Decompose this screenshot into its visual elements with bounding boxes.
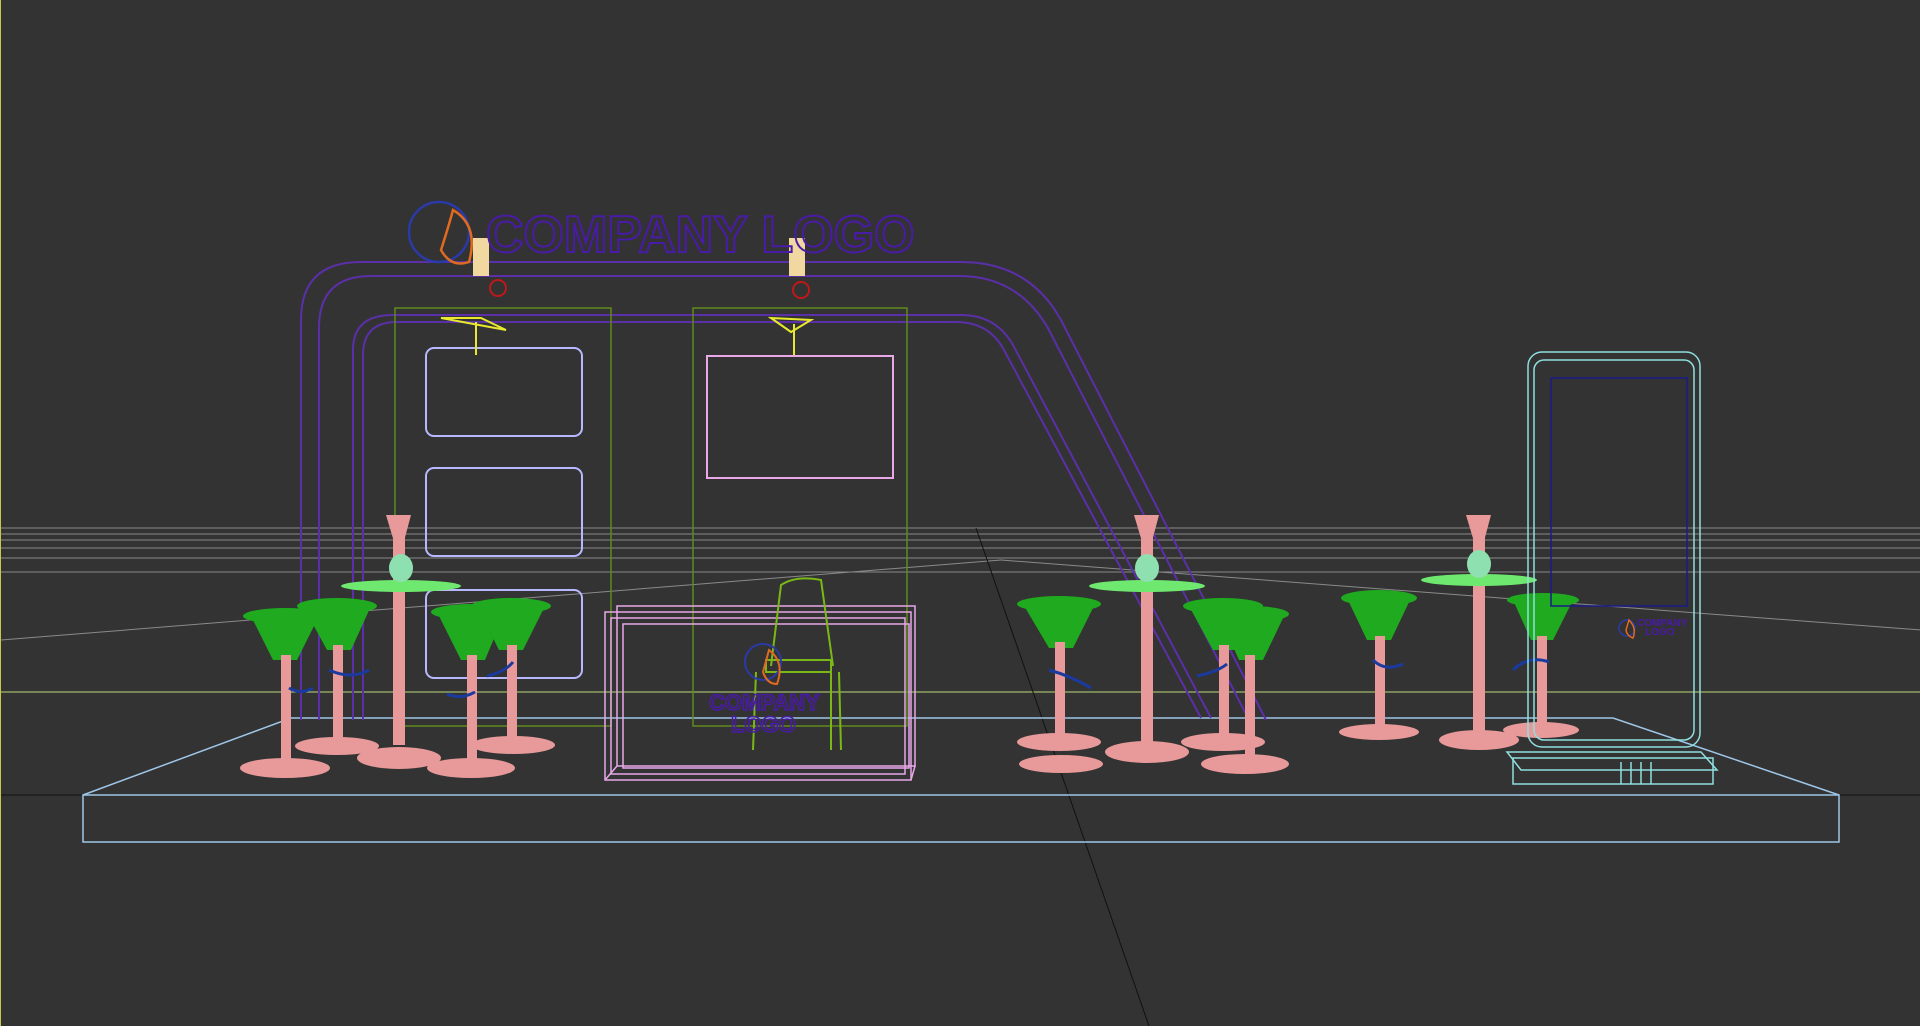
arch-truss-frame[interactable] [300,261,1267,721]
bar-stool [1503,593,1579,738]
floor-platform[interactable] [82,717,1840,843]
kiosk-logo-line2: LOGO [1645,627,1675,638]
wireframe-scene: COMPANY LOGO COMPANY LOGO COMPANY LOGO [1,200,1920,1026]
bar-table [341,515,461,769]
counter-logo-line2: LOGO [731,712,796,737]
counter-logo: COMPANY LOGO [708,643,821,738]
bar-table [1421,515,1537,750]
3d-viewport[interactable]: COMPANY LOGO COMPANY LOGO COMPANY LOGO [0,0,1920,1026]
bar-table [1089,515,1205,763]
header-logo-text: COMPANY LOGO [486,206,915,264]
kiosk-logo: COMPANY LOGO [1618,618,1688,639]
